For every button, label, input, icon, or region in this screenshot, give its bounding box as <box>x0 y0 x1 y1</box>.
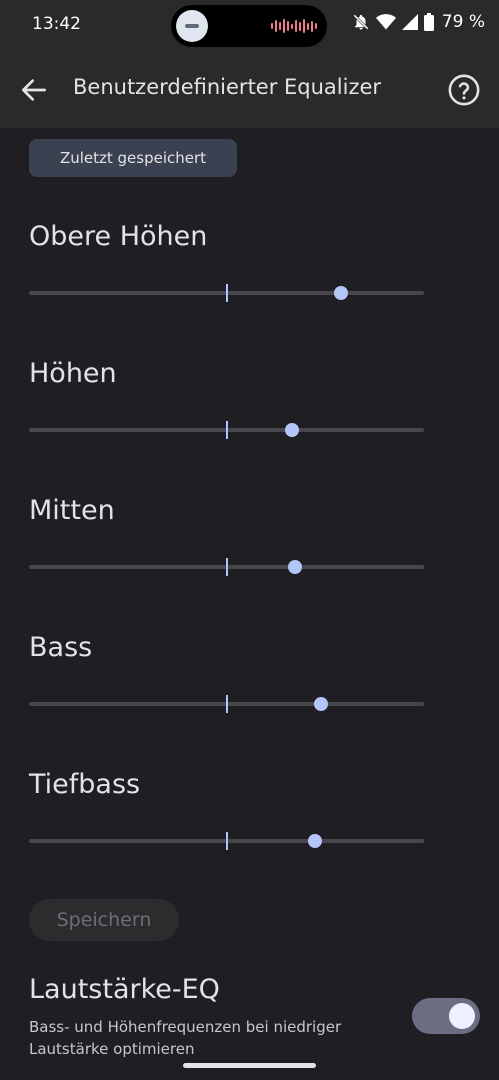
hoehen-slider[interactable] <box>29 418 424 442</box>
slider-thumb[interactable] <box>334 286 349 300</box>
home-indicator[interactable] <box>183 1063 316 1068</box>
slider-thumb[interactable] <box>314 697 329 711</box>
band-bass: Bass <box>0 632 499 732</box>
center-tick <box>226 558 228 576</box>
battery-percentage: 79 % <box>441 12 485 32</box>
battery-icon <box>423 13 434 31</box>
tiefbass-slider[interactable] <box>29 829 424 853</box>
help-circle-icon <box>448 74 480 106</box>
volume-eq-toggle[interactable] <box>412 998 480 1034</box>
help-button[interactable] <box>447 73 481 107</box>
app-bar: Benutzerdefinierter Equalizer <box>0 52 499 128</box>
clock: 13:42 <box>32 14 81 34</box>
volume-eq-description: Bass- und Höhenfrequenzen bei niedriger … <box>29 1018 342 1058</box>
band-obere-hoehen: Obere Höhen <box>0 221 499 321</box>
center-tick <box>226 284 228 302</box>
band-mitten: Mitten <box>0 495 499 595</box>
bell-off-icon <box>353 14 369 30</box>
media-island[interactable] <box>171 5 327 47</box>
status-bar: 13:42 79 % <box>0 0 499 52</box>
page-title: Benutzerdefinierter Equalizer <box>73 75 382 99</box>
band-label: Obere Höhen <box>29 221 208 252</box>
band-label: Mitten <box>29 495 115 526</box>
save-button[interactable]: Speichern <box>29 899 179 941</box>
mitten-slider[interactable] <box>29 555 424 579</box>
volume-eq-title: Lautstärke-EQ <box>29 974 220 1005</box>
obere-hoehen-slider[interactable] <box>29 281 424 305</box>
band-label: Höhen <box>29 358 117 389</box>
center-tick <box>226 695 228 713</box>
album-art-icon <box>176 10 208 42</box>
back-button[interactable] <box>18 74 50 106</box>
band-hoehen: Höhen <box>0 358 499 458</box>
center-tick <box>226 421 228 439</box>
arrow-left-icon <box>22 79 46 101</box>
toggle-knob <box>449 1003 475 1029</box>
wifi-icon <box>375 14 396 30</box>
slider-thumb[interactable] <box>307 834 322 848</box>
slider-thumb[interactable] <box>287 560 302 574</box>
center-tick <box>226 832 228 850</box>
slider-thumb[interactable] <box>285 423 300 437</box>
audio-wave-icon <box>271 18 317 34</box>
bass-slider[interactable] <box>29 692 424 716</box>
band-label: Bass <box>29 632 93 663</box>
signal-icon <box>401 14 418 30</box>
band-label: Tiefbass <box>29 769 141 800</box>
band-tiefbass: Tiefbass <box>0 769 499 869</box>
preset-chip[interactable]: Zuletzt gespeichert <box>29 139 237 177</box>
status-icons: 79 % <box>352 12 485 32</box>
